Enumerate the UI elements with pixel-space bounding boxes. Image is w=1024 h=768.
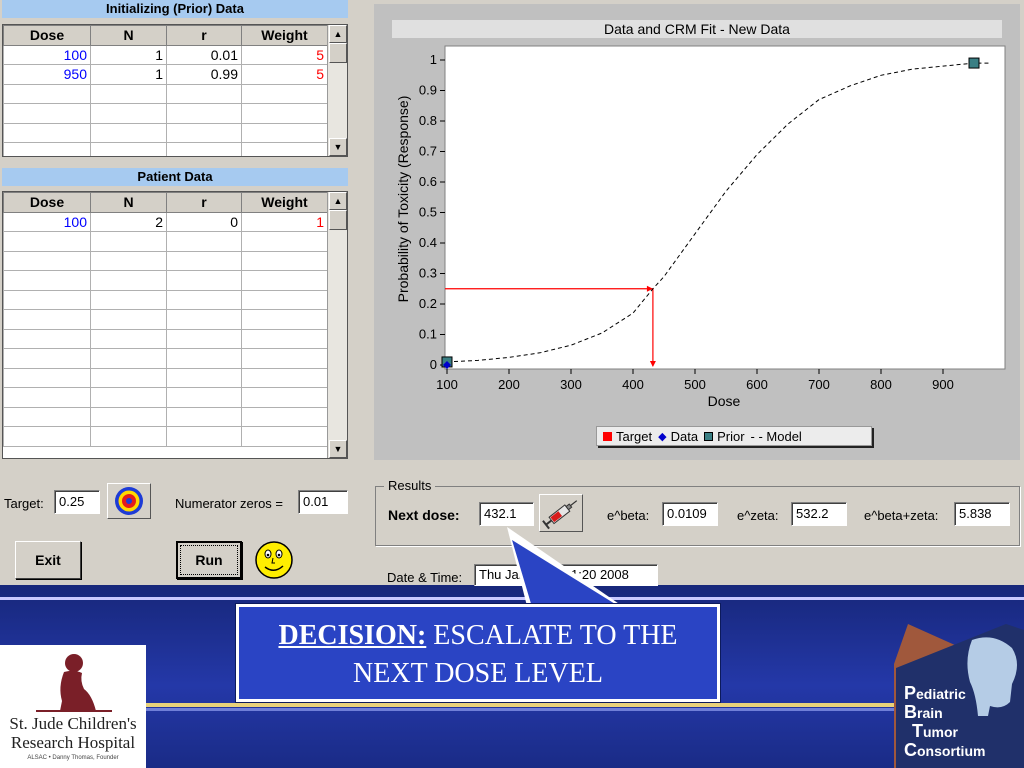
- pbtc-initial-c: C: [904, 740, 917, 760]
- stjude-logo: St. Jude Children's Research Hospital AL…: [0, 645, 146, 768]
- pbtc-initial-p: P: [904, 683, 917, 703]
- stjude-name-line1: St. Jude Children's: [9, 714, 137, 733]
- pbtc-line-tumor: Tumor: [904, 722, 985, 741]
- pbtc-initial-b: B: [904, 702, 917, 722]
- pbtc-line-pediatric: Pediatric: [904, 684, 985, 703]
- pbtc-text: Pediatric Brain Tumor Consortium: [904, 684, 985, 760]
- pbtc-word-consortium: onsortium: [917, 743, 986, 759]
- pbtc-line-consortium: Consortium: [904, 741, 985, 760]
- pbtc-logo: Pediatric Brain Tumor Consortium: [894, 624, 1024, 768]
- stjude-name-line2: Research Hospital: [10, 733, 136, 752]
- pbtc-word-pediatric: ediatric: [916, 686, 966, 702]
- pbtc-word-brain: rain: [917, 705, 943, 721]
- stjude-tagline: ALSAC • Danny Thomas, Founder: [27, 755, 119, 761]
- pbtc-initial-t: T: [912, 721, 923, 741]
- stjude-child-logo-icon: [36, 654, 112, 712]
- decision-label: DECISION:: [278, 620, 427, 651]
- decision-callout: DECISION: ESCALATE TO THE NEXT DOSE LEVE…: [236, 604, 720, 702]
- pbtc-word-tumor: umor: [923, 724, 958, 740]
- pbtc-line-brain: Brain: [904, 703, 985, 722]
